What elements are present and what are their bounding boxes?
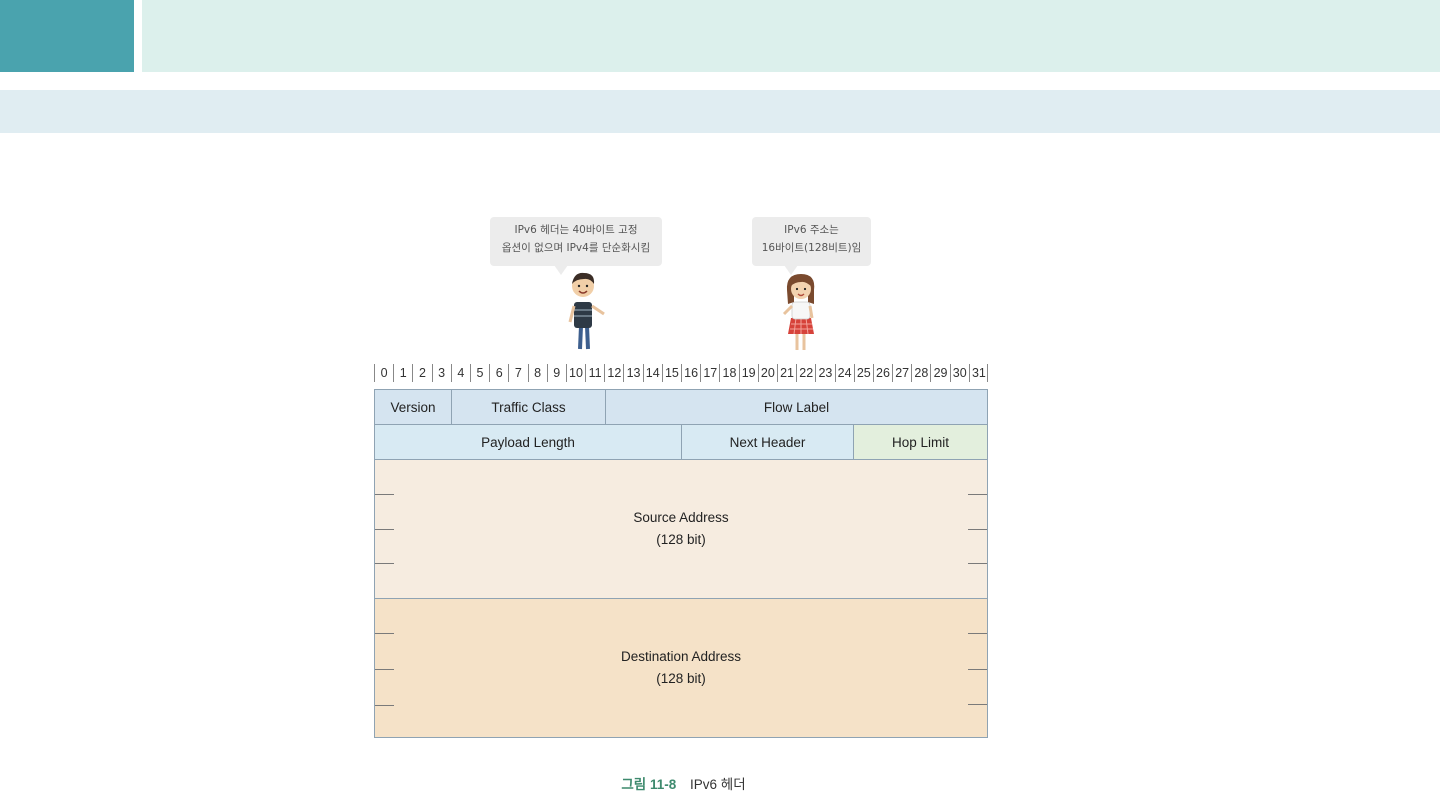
bit-ruler: 0 1 2 3 4 5 6 7 8 9 10 11 12 13 14 15 16 17 18 19 20 21 22 23 24… [374,364,988,382]
header-title-bar [142,0,1440,72]
speech-bubble-left: IPv6 헤더는 40바이트 고정 옵션이 없으며 IPv4를 단순화시킴 [490,217,662,275]
bit-label: 15 [661,364,681,382]
caption-number: 그림 11-8 [621,777,677,792]
row-tick [968,563,987,564]
bit-label: 28 [911,364,930,382]
bit-label: 23 [815,364,834,382]
bit-label: 14 [642,364,662,382]
bit-label: 5 [469,364,489,382]
bit-label: 0 [374,364,393,382]
destination-address-size: (128 bit) [656,671,706,686]
bit-label: 16 [681,364,700,382]
girl-character [782,274,815,350]
row-tick [968,633,987,634]
bit-label: 9 [546,364,566,382]
row-tick [375,633,394,634]
bit-label: 11 [585,364,604,382]
bit-label: 1 [393,364,412,382]
bit-label: 6 [489,364,508,382]
row-tick [968,669,987,670]
bit-label: 18 [719,364,738,382]
field-source-address: Source Address (128 bit) [375,460,987,599]
bit-label: 25 [853,364,873,382]
field-version: Version [375,390,452,425]
row-tick [968,704,987,705]
bit-label: 26 [872,364,892,382]
row-tick [375,563,394,564]
bubble-right-line2: 16바이트(128비트)임 [761,242,862,254]
speech-bubble-right: IPv6 주소는 16바이트(128비트)임 [752,217,871,275]
source-address-label: Source Address [633,510,729,525]
source-address-size: (128 bit) [656,532,706,547]
bit-label: 2 [412,364,431,382]
bit-label: 27 [892,364,911,382]
destination-address-label: Destination Address [620,649,742,664]
field-flow-label: Flow Label [606,390,987,425]
row-tick [375,705,394,706]
bit-label: 8 [527,364,547,382]
field-payload-length: Payload Length [375,425,682,460]
bit-label: 22 [796,364,815,382]
row-tick [375,669,394,670]
bit-label: 3 [431,364,451,382]
bit-label: 10 [565,364,585,382]
bubble-right-line1: IPv6 주소는 [784,224,839,236]
bit-label: 13 [623,364,642,382]
row-tick [968,529,987,530]
bit-label: 19 [738,364,758,382]
field-destination-address: Destination Address (128 bit) [375,599,987,737]
figure-caption: 그림 11-8 IPv6 헤더 [0,773,1367,793]
row-tick [968,494,987,495]
boy-character [568,272,605,350]
bit-label: 20 [757,364,777,382]
header-accent-block [0,0,134,72]
bit-label: 31 [968,364,988,382]
bit-label: 7 [508,364,527,382]
bit-label: 30 [949,364,969,382]
subheader-bar [0,90,1440,133]
bubble-left-line1: IPv6 헤더는 40바이트 고정 [514,224,638,236]
bit-label: 17 [700,364,719,382]
bit-label: 21 [776,364,796,382]
caption-text: IPv6 헤더 [690,777,746,792]
ipv6-header-diagram: Version Traffic Class Flow Label Payload… [374,389,988,738]
bit-label: 29 [930,364,949,382]
bit-label: 12 [604,364,623,382]
field-next-header: Next Header [682,425,854,460]
field-traffic-class: Traffic Class [452,390,606,425]
bit-label: 24 [834,364,854,382]
bit-label: 4 [450,364,470,382]
row-tick [375,529,394,530]
field-hop-limit: Hop Limit [854,425,987,460]
bubble-left-line2: 옵션이 없으며 IPv4를 단순화시킴 [501,242,651,254]
row-tick [375,494,394,495]
